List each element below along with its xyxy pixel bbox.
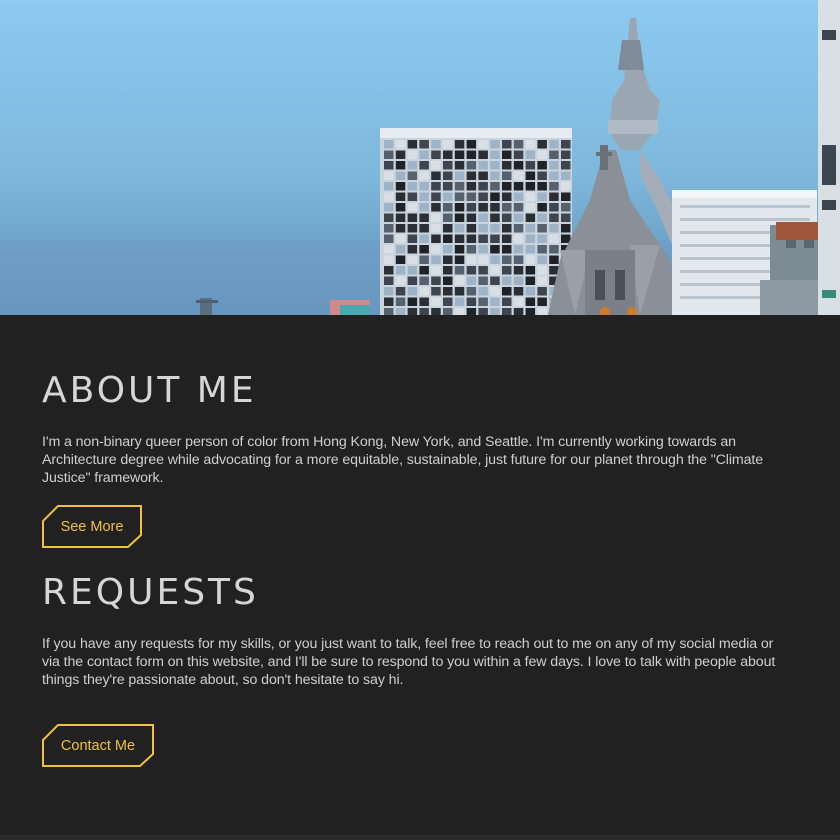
contact-me-label: Contact Me: [60, 737, 136, 754]
right-tower: [818, 0, 840, 315]
checker-building: [380, 128, 572, 315]
requests-text: If you have any requests for my skills, …: [42, 636, 776, 688]
about-title: ABOUT ME: [42, 370, 257, 411]
voxel-city-illustration: [0, 0, 840, 315]
see-more-button[interactable]: See More: [42, 505, 142, 548]
about-text: I'm a non-binary queer person of color f…: [42, 434, 764, 486]
footer-strip: [0, 835, 840, 840]
hero-image: [0, 0, 840, 315]
requests-title: REQUESTS: [42, 572, 259, 613]
contact-me-button[interactable]: Contact Me: [42, 724, 154, 767]
see-more-label: See More: [60, 518, 124, 535]
